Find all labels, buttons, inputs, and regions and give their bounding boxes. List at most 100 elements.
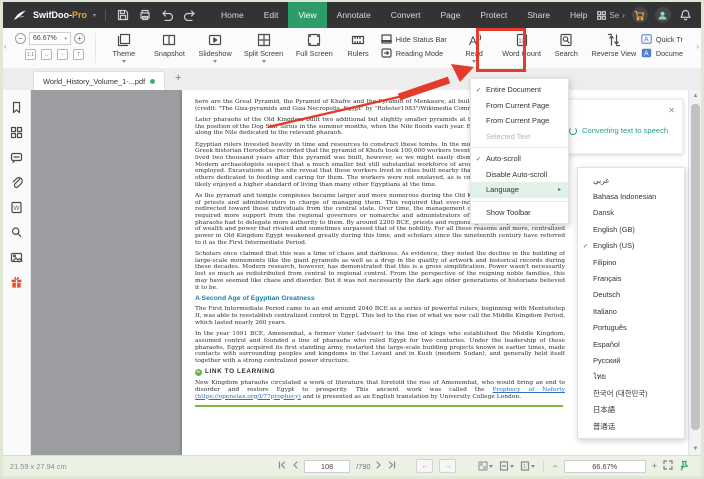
new-tab-button[interactable]: + [175, 72, 181, 84]
cart-icon[interactable] [631, 7, 648, 23]
read-menu-item[interactable]: ✓ Language ▸ [471, 182, 568, 198]
language-menu-item[interactable]: ✓ English (GB) [578, 221, 684, 237]
language-menu-item[interactable]: ✓ Dansk [578, 205, 684, 221]
scroll-down-icon[interactable]: ▼ [689, 443, 702, 455]
read-menu-item[interactable]: ✓ Show Toolbar ▸ [471, 205, 568, 221]
language-menu-item[interactable]: ✓ Русский [578, 352, 684, 368]
language-menu-item[interactable]: ✓ ไทย [578, 369, 684, 385]
toolbar-overflow-icon[interactable]: › [696, 42, 699, 51]
image-icon[interactable] [10, 250, 24, 264]
page-number-input[interactable]: 108 [304, 459, 351, 473]
search-button[interactable]: Search [546, 30, 587, 58]
menu-bar-item[interactable]: Share [517, 2, 560, 28]
app-menu-caret-icon[interactable]: ▾ [93, 12, 96, 19]
check-icon: ✓ [582, 242, 589, 250]
read-menu-item[interactable]: ✓ ▸ [472, 200, 567, 202]
search-panel-icon[interactable] [10, 225, 24, 239]
next-page-button[interactable] [376, 461, 382, 471]
read-menu-item[interactable]: ✓ ▸ [472, 147, 567, 148]
language-menu-item[interactable]: ✓ Italiano [578, 303, 684, 319]
scrollbar-thumb[interactable] [691, 104, 700, 430]
menu-bar-item[interactable]: Protect [470, 2, 517, 28]
language-menu-item[interactable]: ✓ Français [578, 270, 684, 286]
prev-page-button[interactable] [292, 461, 298, 471]
language-menu-item[interactable]: ✓ 日本語 [578, 401, 684, 417]
quick-translate-button[interactable]: A Quick Tr [641, 34, 683, 44]
pin-toolbar-icon[interactable] [679, 460, 689, 473]
fit-width-icon[interactable]: ↔ [41, 49, 52, 60]
language-menu-item[interactable]: ✓ 普通话 [578, 418, 684, 434]
undo-icon[interactable] [159, 7, 175, 23]
attachment-icon[interactable] [10, 175, 24, 189]
fit-text-icon[interactable]: T [73, 49, 84, 60]
menu-bar-item[interactable]: Annotate [327, 2, 381, 28]
zoom-out-button[interactable]: − [15, 33, 26, 44]
language-menu-item[interactable]: ✓ Español [578, 336, 684, 352]
reverse-view-button[interactable]: Reverse View [587, 30, 641, 58]
chevron-right-icon[interactable]: › [622, 11, 625, 20]
language-menu-item[interactable]: ✓ 한국어 (대한민국) [578, 385, 684, 401]
thumbnails-icon[interactable] [10, 125, 24, 139]
split-screen-icon [257, 32, 271, 48]
comment-icon[interactable] [10, 150, 24, 164]
zoom-level-dropdown[interactable]: 66.67% ▾ [29, 32, 71, 45]
read-menu-item[interactable]: ✓ From Current Page ▸ [471, 98, 568, 114]
menu-bar-item[interactable]: Convert [381, 2, 431, 28]
last-page-button[interactable] [388, 461, 396, 471]
link-icon: ∞ [195, 369, 202, 377]
menu-bar-item[interactable]: Help [560, 2, 597, 28]
language-menu-item[interactable]: ✓ Português [578, 320, 684, 336]
zoom-in-button[interactable]: + [74, 33, 85, 44]
page-color-dropdown[interactable] [478, 461, 494, 471]
slideshow-button[interactable]: Slideshow [192, 30, 238, 63]
tab-bar: World_History_Volume_1-...pdf + [3, 68, 701, 91]
bell-icon[interactable] [678, 7, 694, 23]
split-screen-button[interactable]: Split Screen [238, 30, 289, 63]
actual-size-icon[interactable]: 1:1 [25, 49, 36, 60]
document-tab[interactable]: World_History_Volume_1-...pdf [33, 71, 166, 91]
snapshot-button[interactable]: Snapshot [147, 30, 193, 58]
menu-bar-item[interactable]: Edit [254, 2, 289, 28]
save-icon[interactable] [115, 7, 131, 23]
theme-button[interactable]: Theme [101, 30, 147, 63]
account-icon[interactable] [654, 7, 671, 23]
read-menu-item[interactable]: ✓ Entire Document ▸ [471, 82, 568, 98]
word-export-icon[interactable]: W [10, 200, 24, 214]
page-layout-dropdown[interactable] [499, 461, 515, 471]
view-forward-button[interactable]: → [439, 459, 457, 473]
redo-icon[interactable] [181, 7, 197, 23]
reading-mode-button[interactable]: Reading Mode [381, 48, 447, 58]
hide-status-bar-button[interactable]: Hide Status Bar [380, 34, 447, 44]
status-zoom-out-button[interactable]: − [552, 461, 557, 471]
rulers-button[interactable]: Rulers [339, 30, 376, 58]
feature-search[interactable]: Se › [597, 11, 625, 20]
full-screen-button[interactable]: Full Screen [289, 30, 339, 58]
language-menu-item[interactable]: ✓ Filipino [578, 254, 684, 270]
vertical-scrollbar[interactable]: ▲ ▼ [688, 90, 701, 455]
collapse-panel-icon[interactable]: ‹ [4, 42, 7, 51]
first-page-button[interactable] [278, 461, 286, 471]
fullscreen-toggle-icon[interactable] [663, 460, 673, 472]
print-icon[interactable] [137, 7, 153, 23]
view-back-button[interactable]: ← [416, 459, 434, 473]
gift-icon[interactable] [10, 275, 24, 289]
read-menu-item[interactable]: ✓ Selected Text ▸ [471, 129, 568, 145]
read-menu-item[interactable]: ✓ Auto-scroll ▸ [471, 151, 568, 167]
language-menu-item[interactable]: ✓ Bahasa Indonesian [578, 188, 684, 204]
bookmark-icon[interactable] [10, 100, 24, 114]
menu-bar-item[interactable]: Home [211, 2, 254, 28]
status-zoom-in-button[interactable]: + [652, 461, 657, 471]
scroll-up-icon[interactable]: ▲ [689, 90, 702, 102]
document-translate-button[interactable]: A Docume [641, 48, 683, 58]
page-display-dropdown[interactable]: 1 [520, 461, 536, 471]
menu-bar-item[interactable]: Page [430, 2, 470, 28]
fit-page-icon[interactable]: ⁘ [57, 49, 68, 60]
read-menu-item[interactable]: ✓ From Current Page ▸ [471, 113, 568, 129]
language-menu-item[interactable]: ✓ English (US) [578, 238, 684, 254]
read-menu-item[interactable]: ✓ Disable Auto-scroll ▸ [471, 167, 568, 183]
language-menu-item[interactable]: ✓ Deutsch [578, 287, 684, 303]
status-zoom-input[interactable]: 66.67% [563, 459, 646, 473]
menu-bar-item[interactable]: View [288, 2, 327, 28]
close-icon[interactable]: ✕ [668, 106, 675, 115]
language-menu-item[interactable]: ✓ عربي [578, 172, 684, 188]
